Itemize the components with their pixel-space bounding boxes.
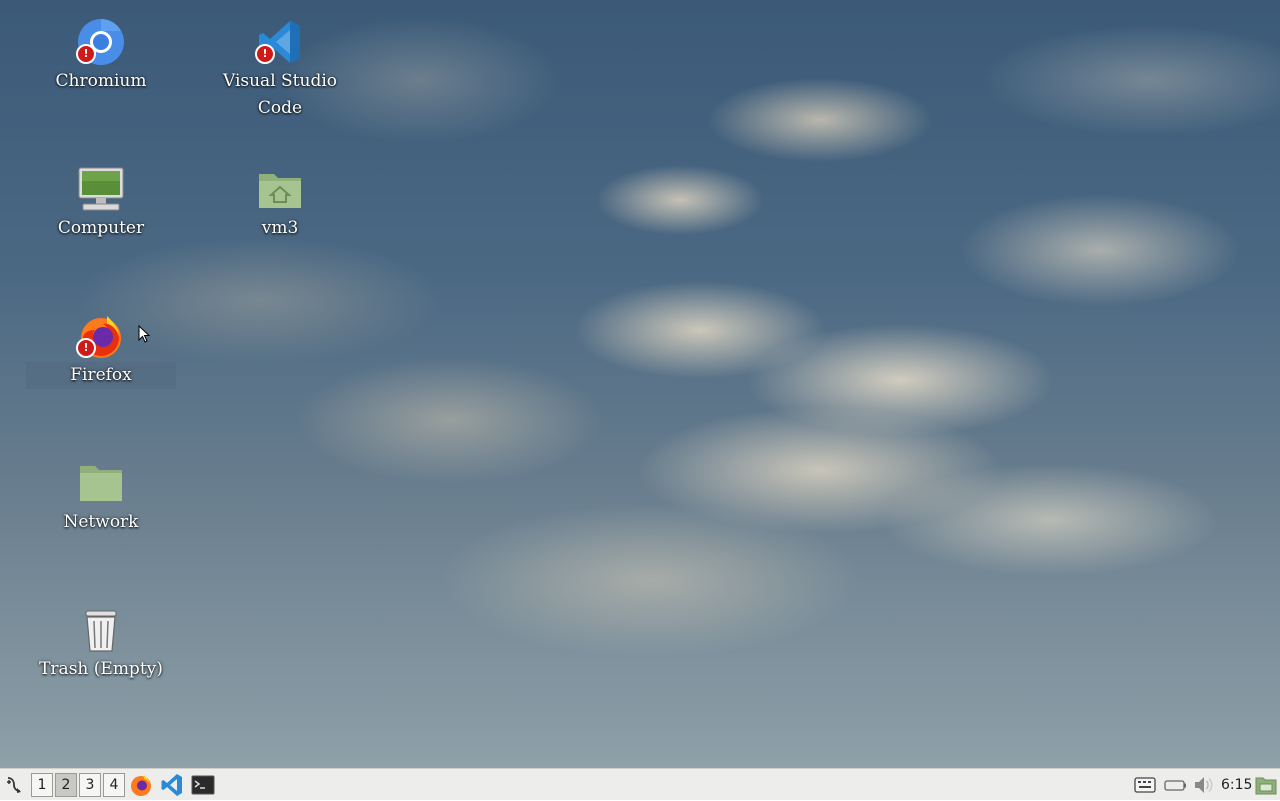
keyboard-layout-icon [1134, 777, 1156, 793]
desktop-icon-network[interactable]: Network [26, 459, 176, 536]
battery-icon [1164, 780, 1186, 791]
warning-badge-icon: ! [255, 44, 275, 64]
firefox-icon [131, 775, 151, 796]
launcher-firefox[interactable] [129, 773, 153, 797]
home-folder-icon [256, 165, 304, 213]
desktop-icon-label: Network [63, 512, 139, 532]
desktop-icon-computer[interactable]: Computer [26, 165, 176, 242]
desktop: ! Chromium ! Visual Studio Code Computer… [0, 0, 1280, 768]
desktop-icon-vscode[interactable]: ! Visual Studio Code [205, 18, 355, 122]
desktop-icon-label: Trash (Empty) [39, 659, 163, 679]
warning-badge-icon: ! [76, 338, 96, 358]
app-menu-icon [7, 777, 21, 793]
launcher-terminal[interactable] [191, 773, 215, 797]
volume-control[interactable] [1191, 773, 1215, 797]
workspace-3[interactable]: 3 [79, 773, 101, 797]
desktop-icon-label: vm3 [261, 218, 299, 238]
desktop-icon-firefox[interactable]: ! Firefox [26, 312, 176, 389]
launcher-vscode[interactable] [160, 773, 184, 797]
clock[interactable]: 6:15 [1221, 773, 1252, 797]
desktop-icon-label: Visual Studio Code [222, 71, 338, 118]
show-desktop-button[interactable] [1254, 773, 1278, 797]
desktop-icon-label: Firefox [26, 362, 176, 389]
show-desktop-icon [1255, 777, 1277, 795]
desktop-icon-label: Computer [57, 218, 145, 238]
firefox-icon: ! [76, 312, 125, 360]
vscode-icon: ! [255, 18, 304, 66]
desktop-icon-chromium[interactable]: ! Chromium [26, 18, 176, 95]
vscode-icon [161, 774, 182, 796]
desktop-icon-trash[interactable]: Trash (Empty) [26, 606, 176, 683]
computer-icon [77, 165, 125, 213]
workspace-1[interactable]: 1 [31, 773, 53, 797]
desktop-icon-vm3[interactable]: vm3 [205, 165, 355, 242]
workspace-2[interactable]: 2 [55, 773, 77, 797]
warning-badge-icon: ! [76, 44, 96, 64]
battery-indicator[interactable] [1163, 773, 1187, 797]
app-menu-button[interactable] [3, 773, 25, 797]
chromium-icon: ! [76, 18, 125, 66]
terminal-icon [191, 775, 215, 795]
workspace-4[interactable]: 4 [103, 773, 125, 797]
volume-icon [1195, 777, 1213, 793]
keyboard-layout-indicator[interactable] [1133, 773, 1157, 797]
trash-icon [77, 606, 125, 654]
taskbar: 1 2 3 4 6:15 [0, 768, 1280, 800]
mouse-cursor-icon [138, 325, 150, 343]
network-folder-icon [77, 459, 125, 507]
desktop-icon-label: Chromium [55, 71, 147, 91]
